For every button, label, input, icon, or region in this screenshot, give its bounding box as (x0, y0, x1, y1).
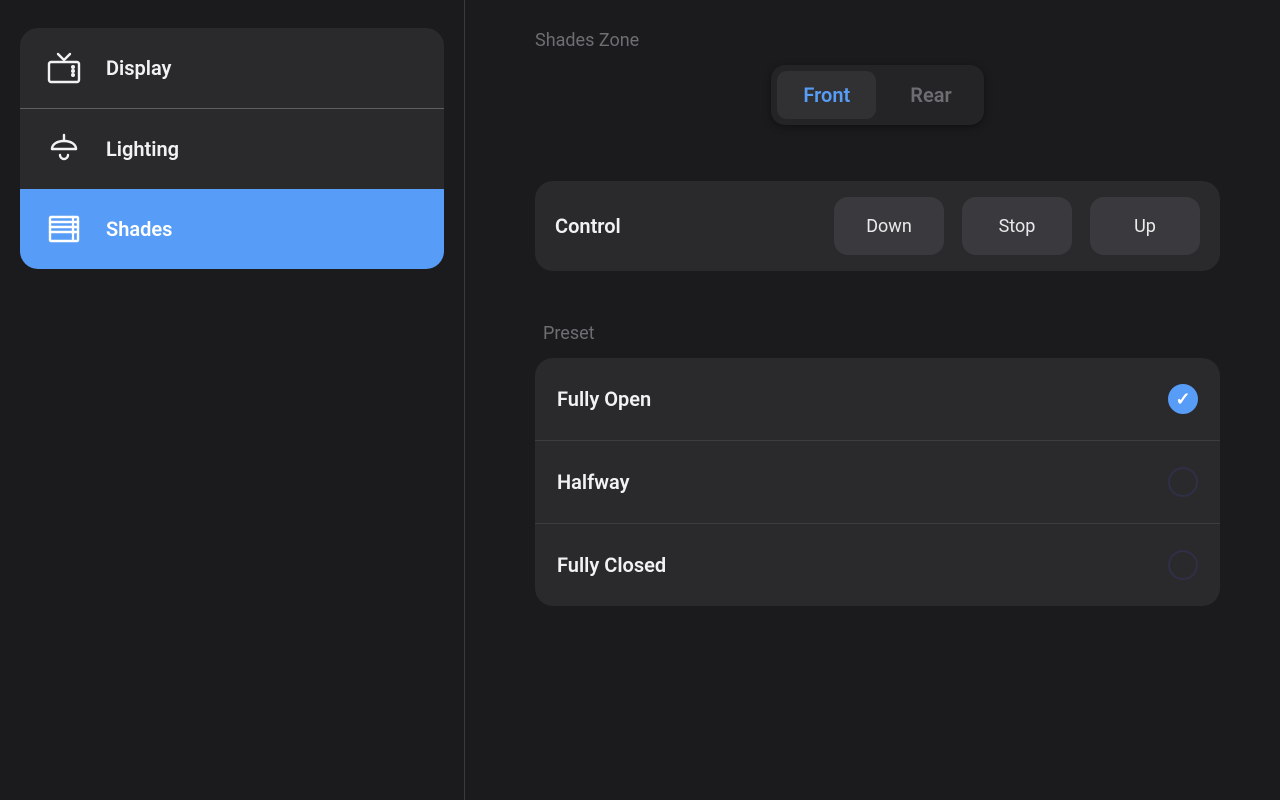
sidebar-item-display[interactable]: Display (20, 28, 444, 109)
preset-label: Halfway (557, 470, 630, 494)
zone-section-label: Shades Zone (535, 30, 1220, 51)
preset-row-fully-open[interactable]: Fully Open ✓ (535, 358, 1220, 441)
control-card: Control Down Stop Up (535, 181, 1220, 271)
preset-label: Fully Closed (557, 553, 666, 577)
preset-section-label: Preset (543, 323, 1220, 344)
preset-row-halfway[interactable]: Halfway (535, 441, 1220, 524)
button-label: Stop (999, 216, 1036, 237)
sidebar-item-shades[interactable]: Shades (20, 189, 444, 269)
zone-tab-front[interactable]: Front (777, 71, 876, 119)
nav-card: Display Lighting (20, 28, 444, 269)
main: Shades Zone Front Rear Control Down Stop (465, 0, 1280, 800)
sidebar: Display Lighting (0, 0, 465, 800)
tv-icon (44, 48, 84, 88)
control-buttons: Down Stop Up (834, 197, 1200, 255)
sidebar-item-label: Display (106, 56, 171, 80)
preset-card: Fully Open ✓ Halfway Fully Closed (535, 358, 1220, 606)
stop-button[interactable]: Stop (962, 197, 1072, 255)
shades-icon (44, 209, 84, 249)
zone-tab-rear[interactable]: Rear (884, 71, 977, 119)
zone-segmented-control: Front Rear (771, 65, 983, 125)
sidebar-item-label: Lighting (106, 137, 179, 161)
lamp-icon (44, 129, 84, 169)
sidebar-item-label: Shades (106, 217, 172, 241)
down-button[interactable]: Down (834, 197, 944, 255)
preset-label: Fully Open (557, 387, 651, 411)
control-title: Control (555, 214, 621, 238)
radio-icon (1168, 550, 1198, 580)
zone-tab-label: Rear (910, 83, 951, 107)
button-label: Up (1134, 216, 1156, 237)
radio-icon (1168, 467, 1198, 497)
radio-selected-icon: ✓ (1168, 384, 1198, 414)
up-button[interactable]: Up (1090, 197, 1200, 255)
zone-tab-label: Front (803, 83, 850, 107)
preset-row-fully-closed[interactable]: Fully Closed (535, 524, 1220, 606)
sidebar-item-lighting[interactable]: Lighting (20, 109, 444, 189)
button-label: Down (866, 216, 912, 237)
